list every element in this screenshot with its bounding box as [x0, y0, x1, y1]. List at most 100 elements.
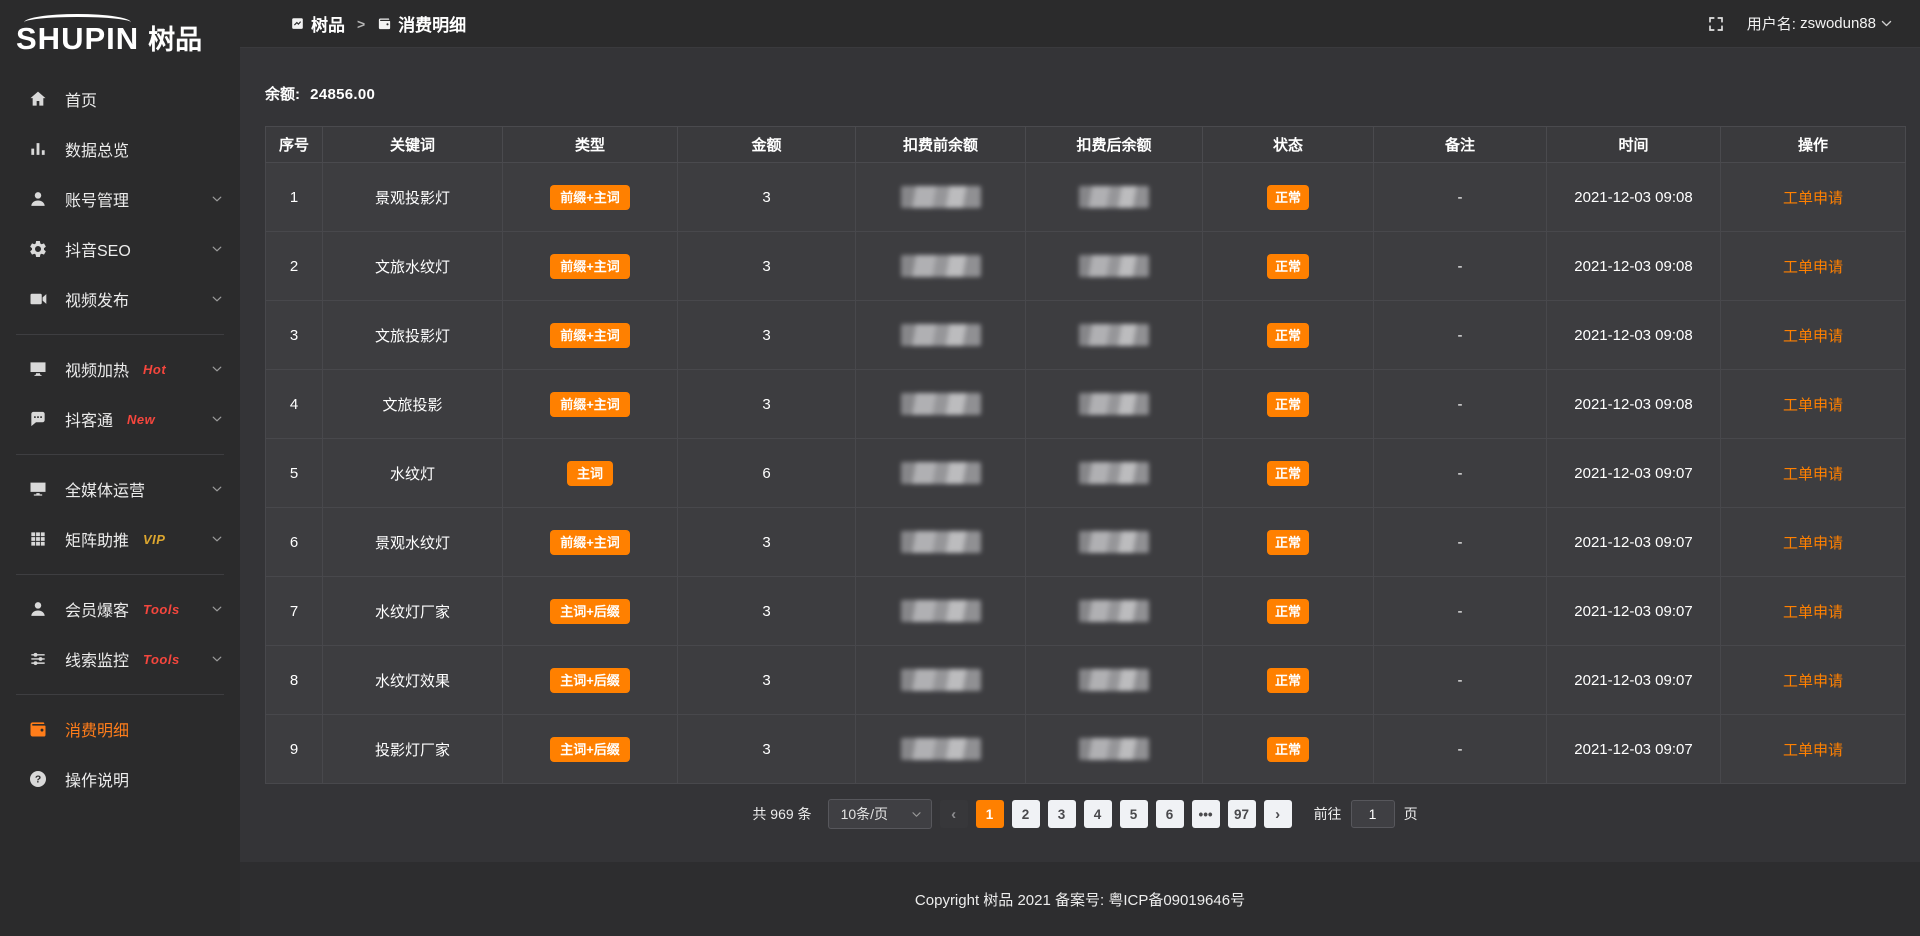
- sidebar-item-badge: Hot: [143, 362, 166, 377]
- dashboard-icon: [290, 16, 305, 31]
- fullscreen-button[interactable]: [1707, 15, 1725, 33]
- chat-icon: [28, 409, 48, 429]
- masked-value: [1079, 393, 1149, 415]
- cell-index: 9: [266, 715, 323, 784]
- sidebar-item-consumption-detail[interactable]: 消费明细: [0, 704, 240, 754]
- pagination-page-4[interactable]: 4: [1084, 800, 1112, 828]
- status-badge: 正常: [1267, 599, 1309, 624]
- breadcrumb-item-consumption-detail[interactable]: 消费明细: [377, 11, 466, 36]
- cell-keyword: 文旅投影灯: [323, 301, 503, 370]
- main-content: 余额: 24856.00 序号关键词类型金额扣费前余额扣费后余额状态备注时间操作…: [240, 49, 1920, 862]
- cell-type: 主词+后缀: [503, 577, 678, 646]
- cell-balance-after: [1026, 439, 1203, 508]
- work-order-link[interactable]: 工单申请: [1783, 466, 1843, 483]
- sidebar-item-label: 全媒体运营: [65, 477, 145, 501]
- footer: Copyright 树品 2021 备案号: 粤ICP备09019646号: [240, 862, 1920, 936]
- svg-text:?: ?: [35, 775, 41, 786]
- chevron-down-icon: [210, 242, 224, 256]
- logo-text-en: SHUPIN: [16, 23, 139, 54]
- cell-remark: -: [1374, 646, 1547, 715]
- sidebar-item-all-media-operation[interactable]: 全媒体运营: [0, 464, 240, 514]
- type-badge: 前缀+主词: [550, 392, 630, 417]
- sidebar-item-home[interactable]: 首页: [0, 74, 240, 124]
- work-order-link[interactable]: 工单申请: [1783, 742, 1843, 759]
- cell-remark: -: [1374, 577, 1547, 646]
- pagination-prev-button[interactable]: ‹: [940, 800, 968, 828]
- work-order-link[interactable]: 工单申请: [1783, 673, 1843, 690]
- cell-balance-before: [856, 508, 1026, 577]
- cell-action: 工单申请: [1721, 646, 1906, 715]
- status-badge: 正常: [1267, 185, 1309, 210]
- sidebar-item-video-publish[interactable]: 视频发布: [0, 274, 240, 324]
- cell-keyword: 投影灯厂家: [323, 715, 503, 784]
- goto-page-input[interactable]: [1351, 800, 1395, 828]
- pagination-page-6[interactable]: 6: [1156, 800, 1184, 828]
- cell-index: 5: [266, 439, 323, 508]
- cell-balance-after: [1026, 715, 1203, 784]
- pagination-page-3[interactable]: 3: [1048, 800, 1076, 828]
- work-order-link[interactable]: 工单申请: [1783, 190, 1843, 207]
- sidebar-item-video-heating[interactable]: 视频加热Hot: [0, 344, 240, 394]
- pagination-page-97[interactable]: 97: [1228, 800, 1256, 828]
- fullscreen-icon: [1707, 15, 1725, 33]
- table-row: 3文旅投影灯前缀+主词3正常-2021-12-03 09:08工单申请: [266, 301, 1906, 370]
- pagination-pages: 123456 ••• 97: [976, 800, 1256, 828]
- pagination-page-2[interactable]: 2: [1012, 800, 1040, 828]
- masked-value: [1079, 324, 1149, 346]
- cell-balance-before: [856, 163, 1026, 232]
- sidebar-item-matrix-boost[interactable]: 矩阵助推VIP: [0, 514, 240, 564]
- cell-type: 前缀+主词: [503, 163, 678, 232]
- status-badge: 正常: [1267, 737, 1309, 762]
- column-header: 时间: [1547, 127, 1721, 163]
- sidebar-item-member-burst[interactable]: 会员爆客Tools: [0, 584, 240, 634]
- consumption-table: 序号关键词类型金额扣费前余额扣费后余额状态备注时间操作 1景观投影灯前缀+主词3…: [265, 126, 1906, 784]
- pagination-page-5[interactable]: 5: [1120, 800, 1148, 828]
- cell-time: 2021-12-03 09:08: [1547, 163, 1721, 232]
- masked-value: [1079, 531, 1149, 553]
- sidebar-menu: 首页数据总览账号管理抖音SEO 视频发布视频加热Hot抖客通New 全媒体运营矩阵助…: [0, 62, 240, 804]
- masked-value: [901, 462, 981, 484]
- work-order-link[interactable]: 工单申请: [1783, 259, 1843, 276]
- sidebar-item-operation-guide[interactable]: ?操作说明: [0, 754, 240, 804]
- work-order-link[interactable]: 工单申请: [1783, 535, 1843, 552]
- sidebar-item-account-management[interactable]: 账号管理: [0, 174, 240, 224]
- sidebar-item-label: 线索监控: [65, 647, 129, 671]
- user-menu[interactable]: 用户名: zswodun88: [1747, 13, 1894, 34]
- breadcrumb: 树品>消费明细: [290, 11, 466, 36]
- member-icon: [28, 599, 48, 619]
- work-order-link[interactable]: 工单申请: [1783, 604, 1843, 621]
- cell-time: 2021-12-03 09:07: [1547, 508, 1721, 577]
- sidebar-item-label: 账号管理: [65, 187, 129, 211]
- sidebar-item-lead-monitor[interactable]: 线索监控Tools: [0, 634, 240, 684]
- chevron-down-icon: [210, 532, 224, 546]
- sidebar-item-data-overview[interactable]: 数据总览: [0, 124, 240, 174]
- column-header: 状态: [1203, 127, 1374, 163]
- column-header: 扣费后余额: [1026, 127, 1203, 163]
- sidebar-item-label: 视频发布: [65, 287, 129, 311]
- pagination: 共 969 条 10条/页 ‹ 123456•••97 › 前往 页: [265, 799, 1905, 829]
- cell-keyword: 文旅水纹灯: [323, 232, 503, 301]
- work-order-link[interactable]: 工单申请: [1783, 328, 1843, 345]
- column-header: 备注: [1374, 127, 1547, 163]
- pagination-page-1[interactable]: 1: [976, 800, 1004, 828]
- pagination-next-button[interactable]: ›: [1264, 800, 1292, 828]
- cell-balance-after: [1026, 646, 1203, 715]
- sidebar-item-label: 首页: [65, 87, 97, 111]
- masked-value: [1079, 462, 1149, 484]
- page-size-select[interactable]: 10条/页: [828, 799, 932, 829]
- breadcrumb-item-shupin[interactable]: 树品: [290, 11, 345, 36]
- cell-remark: -: [1374, 163, 1547, 232]
- table-header-row: 序号关键词类型金额扣费前余额扣费后余额状态备注时间操作: [266, 127, 1906, 163]
- sidebar-item-douketong[interactable]: 抖客通New: [0, 394, 240, 444]
- cell-keyword: 水纹灯效果: [323, 646, 503, 715]
- cell-balance-after: [1026, 163, 1203, 232]
- work-order-link[interactable]: 工单申请: [1783, 397, 1843, 414]
- masked-value: [1079, 186, 1149, 208]
- pagination-ellipsis-button[interactable]: •••: [1192, 800, 1220, 828]
- cell-remark: -: [1374, 508, 1547, 577]
- page-size-value: 10条/页: [841, 804, 888, 824]
- sidebar-item-douyin-seo[interactable]: 抖音SEO: [0, 224, 240, 274]
- chevron-down-icon: [210, 482, 224, 496]
- cell-time: 2021-12-03 09:08: [1547, 370, 1721, 439]
- video-icon: [28, 289, 48, 309]
